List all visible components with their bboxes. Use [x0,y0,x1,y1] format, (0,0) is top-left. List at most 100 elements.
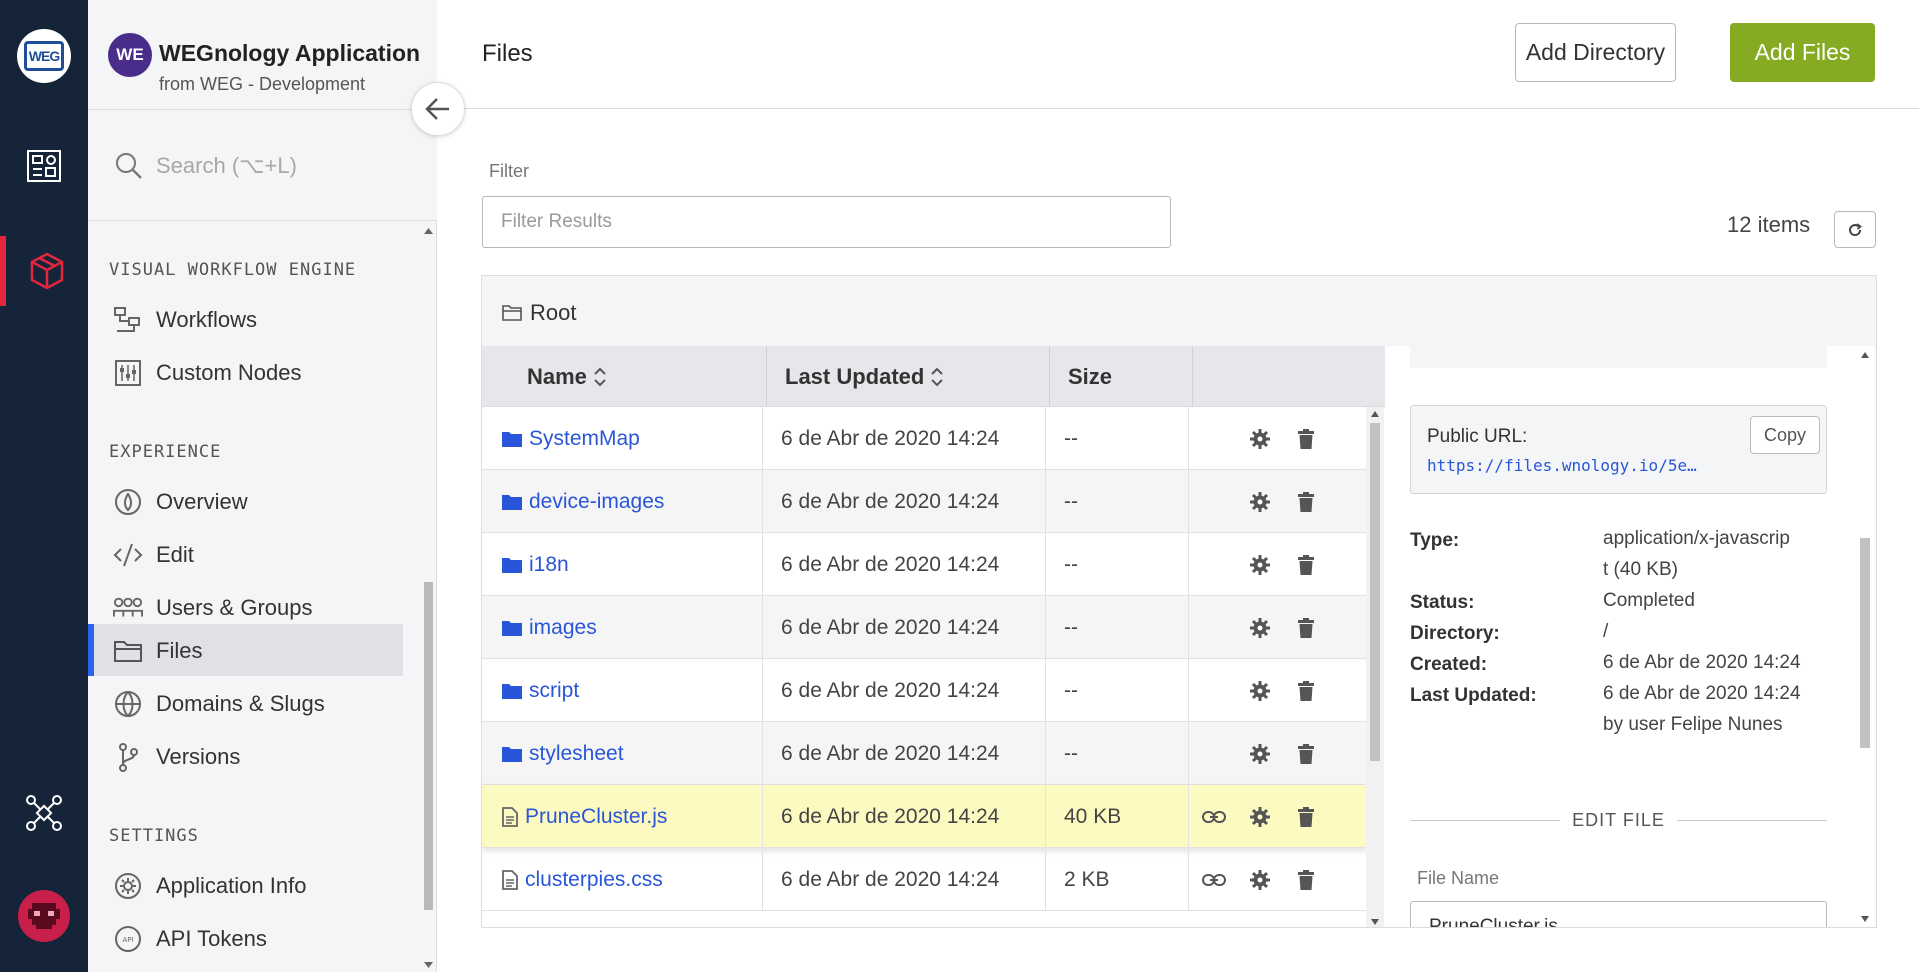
filter-input[interactable] [482,196,1171,248]
file-link[interactable]: stylesheet [529,742,624,766]
settings-icon[interactable] [1247,742,1273,766]
dashboards-icon[interactable] [0,131,88,201]
column-last-updated-label: Last Updated [785,363,925,389]
size-cell: -- [1046,533,1189,596]
table-row-selected[interactable]: PruneCluster.js 6 de Abr de 2020 14:24 4… [482,785,1367,848]
file-link[interactable]: SystemMap [529,427,640,451]
sidebar-item-files[interactable]: Files [88,624,403,676]
details-top-block [1410,346,1827,368]
sidebar-item-domains-slugs[interactable]: Domains & Slugs [88,677,403,729]
settings-icon[interactable] [1247,427,1273,451]
table-row[interactable]: SystemMap 6 de Abr de 2020 14:24 -- [482,407,1367,470]
breadcrumb[interactable]: Root [502,300,576,326]
sidebar-item-edit[interactable]: Edit [88,528,403,580]
sidebar-scrollbar[interactable] [421,222,435,972]
folder-icon [502,557,522,573]
trash-icon[interactable] [1293,553,1319,577]
search-icon [116,153,142,179]
settings-icon[interactable] [1247,616,1273,640]
folder-icon [113,637,143,665]
app-root: WEG WE WEGnology Application from WEG - … [0,0,1919,972]
sidebar-item-api-tokens[interactable]: API API Tokens [88,912,403,964]
directory-value: / [1603,621,1609,642]
app-header: WE WEGnology Application from WEG - Deve… [88,0,437,110]
file-link[interactable]: clusterpies.css [525,868,663,892]
file-link[interactable]: images [529,616,597,640]
add-files-button[interactable]: Add Files [1730,23,1875,82]
table-row[interactable]: images 6 de Abr de 2020 14:24 -- [482,596,1367,659]
table-row[interactable]: stylesheet 6 de Abr de 2020 14:24 -- [482,722,1367,785]
devices-icon[interactable] [0,778,88,848]
table-scrollbar-thumb[interactable] [1370,423,1380,761]
app-avatar: WE [108,33,152,77]
last-updated-cell: 6 de Abr de 2020 14:24 [763,533,1046,596]
settings-icon[interactable] [1247,553,1273,577]
items-count: 12 items [1727,212,1811,237]
file-link[interactable]: i18n [529,553,569,577]
public-url-box: Public URL: https://files.wnology.io/5e…… [1410,405,1827,494]
user-avatar[interactable] [18,890,70,942]
trash-icon[interactable] [1293,742,1319,766]
file-link[interactable]: script [529,679,579,703]
public-url-link[interactable]: https://files.wnology.io/5e… [1427,456,1697,475]
sidebar-item-versions[interactable]: Versions [88,730,403,782]
table-row[interactable]: clusterpies.css 6 de Abr de 2020 14:24 2… [482,848,1367,911]
copy-button[interactable]: Copy [1750,416,1820,454]
trash-icon[interactable] [1293,805,1319,829]
applications-icon[interactable] [0,236,88,306]
sidebar-item-label: API Tokens [156,926,267,951]
type-value: application/x-javascrip t (40 KB) [1603,523,1790,585]
edit-icon [113,541,143,569]
app-name[interactable]: WEGnology Application [159,40,420,67]
link-icon[interactable] [1201,805,1227,829]
table-row[interactable]: device-images 6 de Abr de 2020 14:24 -- [482,470,1367,533]
type-value-line1: application/x-javascrip [1603,528,1790,549]
column-last-updated[interactable]: Last Updated [767,346,1050,407]
column-name[interactable]: Name [482,346,767,407]
refresh-icon [1849,222,1862,236]
size-cell: -- [1046,407,1189,470]
file-link[interactable]: device-images [529,490,664,514]
file-icon [502,869,518,890]
filter-label: Filter [489,161,529,181]
settings-icon[interactable] [1247,679,1273,703]
settings-icon[interactable] [1247,805,1273,829]
trash-icon[interactable] [1293,679,1319,703]
file-details-panel: Public URL: https://files.wnology.io/5e…… [1385,346,1875,927]
sidebar-item-next[interactable] [88,965,403,972]
details-scrollbar[interactable] [1855,346,1873,927]
main-content: Files Add Directory Add Files Filter 12 … [437,0,1919,972]
trash-icon[interactable] [1293,616,1319,640]
link-icon[interactable] [1201,868,1227,892]
last-updated-label: Last Updated: [1410,685,1537,706]
sidebar-item-label: Domains & Slugs [156,691,325,716]
last-updated-line2: by user Felipe Nunes [1603,714,1783,735]
sidebar-scrollbar-thumb[interactable] [424,582,433,910]
breadcrumb-root[interactable]: Root [530,300,576,326]
settings-icon[interactable] [1247,868,1273,892]
settings-icon[interactable] [1247,490,1273,514]
collapse-sidebar-button[interactable] [411,82,465,136]
sidebar-item-label: Workflows [156,307,258,332]
sidebar-search[interactable]: Search (⌥+L) [88,111,437,221]
trash-icon[interactable] [1293,868,1319,892]
created-label: Created: [1410,654,1488,675]
sidebar-item-application-info[interactable]: Application Info [88,859,403,911]
search-input[interactable]: Search (⌥+L) [156,153,297,179]
trash-icon[interactable] [1293,490,1319,514]
sidebar-item-custom-nodes[interactable]: Custom Nodes [88,346,403,398]
trash-icon[interactable] [1293,427,1319,451]
table-row[interactable]: script 6 de Abr de 2020 14:24 -- [482,659,1367,722]
column-size-label: Size [1068,363,1113,389]
details-scrollbar-thumb[interactable] [1860,538,1870,748]
size-cell: -- [1046,722,1189,785]
file-name-input[interactable] [1410,901,1827,927]
weg-logo[interactable]: WEG [17,29,71,83]
table-row[interactable]: i18n 6 de Abr de 2020 14:24 -- [482,533,1367,596]
sidebar-item-workflows[interactable]: Workflows [88,293,403,345]
refresh-button[interactable] [1834,211,1876,248]
file-link[interactable]: PruneCluster.js [525,805,667,829]
add-directory-button[interactable]: Add Directory [1515,23,1676,82]
sidebar-item-overview[interactable]: Overview [88,475,403,527]
table-scrollbar[interactable] [1366,407,1384,927]
